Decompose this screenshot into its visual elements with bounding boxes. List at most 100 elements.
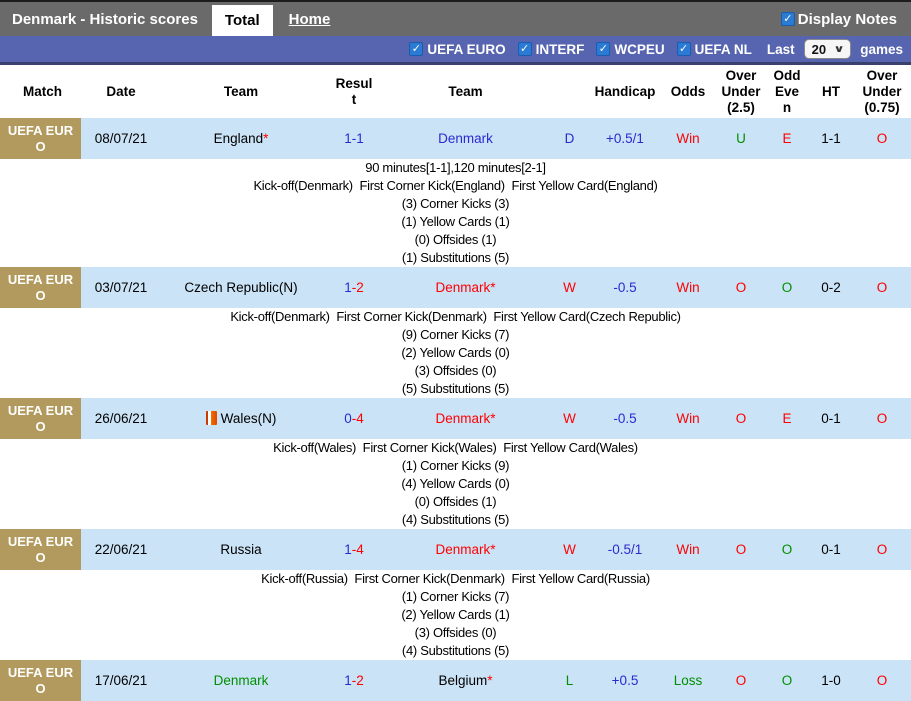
checkbox-checked-icon[interactable]: ✓ <box>596 42 610 56</box>
tab-total[interactable]: Total <box>212 5 273 36</box>
match-detail-line: 90 minutes[1-1],120 minutes[2-1] <box>0 159 911 177</box>
competition-filters: ✓UEFA EURO✓INTERF✓WCPEU✓UEFA NL <box>409 42 752 57</box>
over-under-2-5-cell: O <box>717 267 765 308</box>
display-notes-toggle[interactable]: ✓ Display Notes <box>781 11 897 28</box>
match-detail-row: (3) Offsides (0) <box>0 624 911 642</box>
outcome-cell: L <box>548 660 591 701</box>
competition-cell: UEFA EURO <box>0 267 85 308</box>
match-detail-line: (0) Offsides (1) <box>0 493 911 511</box>
match-detail-row: Kick-off(Denmark) First Corner Kick(Engl… <box>0 177 911 195</box>
home-team-cell: England* <box>157 118 325 159</box>
filter-bar: ✓UEFA EURO✓INTERF✓WCPEU✓UEFA NL Last 20 … <box>0 36 911 65</box>
handicap-value: +0.5 <box>612 673 639 688</box>
chevron-down-icon: ∨ <box>833 44 844 55</box>
match-detail-row: Kick-off(Denmark) First Corner Kick(Denm… <box>0 308 911 326</box>
games-count-select[interactable]: 20 ∨ <box>804 39 852 59</box>
outcome-value: L <box>566 673 574 688</box>
odd-even-value: E <box>782 131 791 146</box>
over-under-2-5-cell: O <box>717 398 765 439</box>
odds-cell: Win <box>659 118 717 159</box>
team-name: Denmark <box>438 131 493 146</box>
checkbox-checked-icon[interactable]: ✓ <box>409 42 423 56</box>
filter-checkbox-uefa-nl[interactable]: ✓ UEFA NL <box>677 42 752 57</box>
match-detail-line: (3) Offsides (0) <box>0 362 911 380</box>
match-detail-line: Kick-off(Russia) First Corner Kick(Denma… <box>0 570 911 588</box>
match-detail-line: (2) Yellow Cards (1) <box>0 606 911 624</box>
team-name: Denmark <box>214 673 269 688</box>
handicap-cell: +0.5 <box>591 660 659 701</box>
match-row[interactable]: UEFA EURO17/06/21Denmark1-2Belgium*L+0.5… <box>0 660 911 701</box>
filter-label: UEFA NL <box>695 42 752 57</box>
filter-checkbox-interf[interactable]: ✓ INTERF <box>518 42 585 57</box>
checkbox-checked-icon[interactable]: ✓ <box>781 12 795 26</box>
ht-score-value: 0-2 <box>821 280 841 295</box>
handicap-cell: +0.5/1 <box>591 118 659 159</box>
over-under-0-75-value: O <box>877 411 888 426</box>
team-name: Denmark <box>435 542 490 557</box>
odds-value: Win <box>676 131 699 146</box>
checkbox-checked-icon[interactable]: ✓ <box>677 42 691 56</box>
tab-home[interactable]: Home <box>289 11 331 28</box>
top-tab-bar: Denmark - Historic scores Total Home ✓ D… <box>0 0 911 36</box>
team-name: Belgium <box>438 673 487 688</box>
outcome-value: W <box>563 280 576 295</box>
away-team-cell: Denmark <box>383 118 548 159</box>
team-name: Denmark <box>435 280 490 295</box>
result-cell: 1-2 <box>325 267 383 308</box>
match-row[interactable]: UEFA EURO22/06/21Russia1-4Denmark*W-0.5/… <box>0 529 911 570</box>
outcome-cell: W <box>548 398 591 439</box>
ht-score-value: 1-1 <box>821 131 841 146</box>
competition-badge: UEFA EURO <box>0 267 81 308</box>
handicap-cell: -0.5/1 <box>591 529 659 570</box>
match-detail-line: (3) Offsides (0) <box>0 624 911 642</box>
filter-label: UEFA EURO <box>427 42 505 57</box>
match-detail-line: Kick-off(Denmark) First Corner Kick(Engl… <box>0 177 911 195</box>
filter-checkbox-uefa-euro[interactable]: ✓ UEFA EURO <box>409 42 505 57</box>
odds-cell: Win <box>659 529 717 570</box>
match-detail-row: (9) Corner Kicks (7) <box>0 326 911 344</box>
match-detail-line: Kick-off(Wales) First Corner Kick(Wales)… <box>0 439 911 457</box>
away-team-cell: Denmark* <box>383 267 548 308</box>
over-under-2-5-value: O <box>736 411 747 426</box>
result-score: -2 <box>352 280 364 295</box>
match-row[interactable]: UEFA EURO26/06/21Wales(N)0-4Denmark*W-0.… <box>0 398 911 439</box>
result-cell: 1-4 <box>325 529 383 570</box>
match-detail-line: (0) Offsides (1) <box>0 231 911 249</box>
match-detail-row: (1) Substitutions (5) <box>0 249 911 267</box>
odd-even-value: O <box>782 542 793 557</box>
match-detail-row: (5) Substitutions (5) <box>0 380 911 398</box>
filter-checkbox-wcpeu[interactable]: ✓WCPEU <box>596 42 664 57</box>
match-detail-row: (3) Offsides (0) <box>0 362 911 380</box>
checkbox-checked-icon[interactable]: ✓ <box>518 42 532 56</box>
competition-badge: UEFA EURO <box>0 398 81 439</box>
competition-badge: UEFA EURO <box>0 118 81 159</box>
match-detail-line: (9) Corner Kicks (7) <box>0 326 911 344</box>
over-under-0-75-cell: O <box>853 118 911 159</box>
match-detail-line: (1) Yellow Cards (1) <box>0 213 911 231</box>
over-under-2-5-value: O <box>736 280 747 295</box>
away-team-cell: Denmark* <box>383 529 548 570</box>
ht-score-value: 0-1 <box>821 542 841 557</box>
ht-score-cell: 1-1 <box>809 118 853 159</box>
match-row[interactable]: UEFA EURO08/07/21England*1-1DenmarkD+0.5… <box>0 118 911 159</box>
column-header-team-away: Team <box>383 65 548 118</box>
column-header-match: Match <box>0 65 85 118</box>
home-team-cell: Czech Republic(N) <box>157 267 325 308</box>
match-detail-row: (4) Yellow Cards (0) <box>0 475 911 493</box>
outcome-cell: W <box>548 267 591 308</box>
games-label: games <box>860 42 903 57</box>
match-detail-row: (1) Yellow Cards (1) <box>0 213 911 231</box>
match-row[interactable]: UEFA EURO03/07/21Czech Republic(N)1-2Den… <box>0 267 911 308</box>
ht-score-cell: 0-2 <box>809 267 853 308</box>
filter-label: INTERF <box>536 42 585 57</box>
over-under-2-5-cell: O <box>717 529 765 570</box>
team-name: Wales(N) <box>221 411 277 426</box>
result-score: -4 <box>352 411 364 426</box>
outcome-value: W <box>563 542 576 557</box>
odds-value: Loss <box>674 673 703 688</box>
team-star-marker: * <box>487 673 492 688</box>
over-under-2-5-value: U <box>736 131 746 146</box>
competition-badge: UEFA EURO <box>0 529 81 570</box>
team-star-marker: * <box>490 280 495 295</box>
column-header-over-under-2-5: Over Under (2.5) <box>717 65 765 118</box>
